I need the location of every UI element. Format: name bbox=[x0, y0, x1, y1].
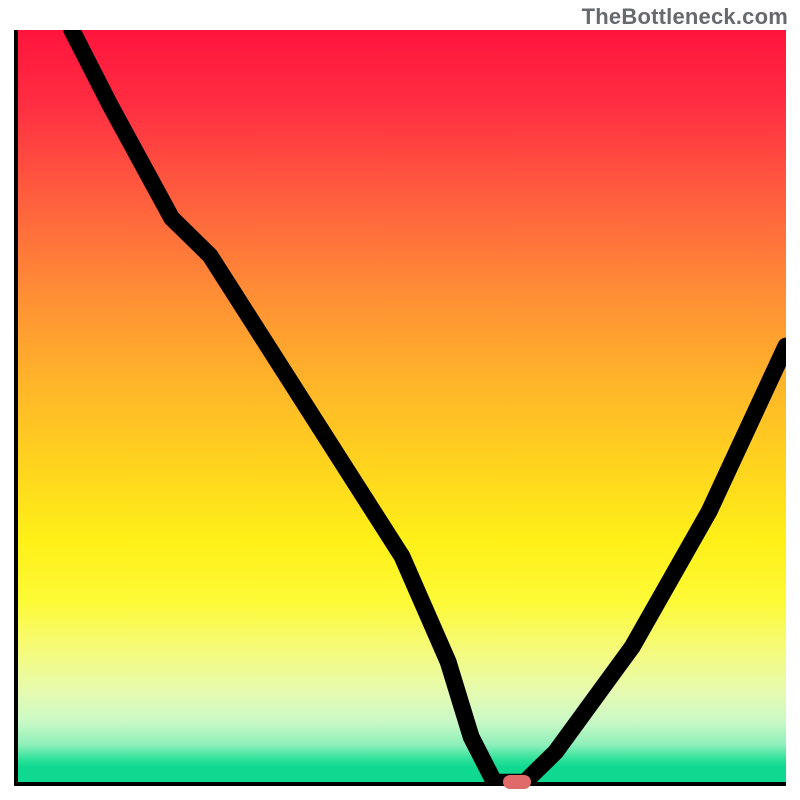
curve-layer bbox=[18, 30, 786, 782]
watermark-text: TheBottleneck.com bbox=[582, 4, 788, 30]
bottleneck-curve-path bbox=[72, 30, 786, 782]
chart-container: TheBottleneck.com bbox=[0, 0, 800, 800]
optimal-point-marker bbox=[503, 775, 531, 789]
plot-area bbox=[14, 30, 786, 786]
